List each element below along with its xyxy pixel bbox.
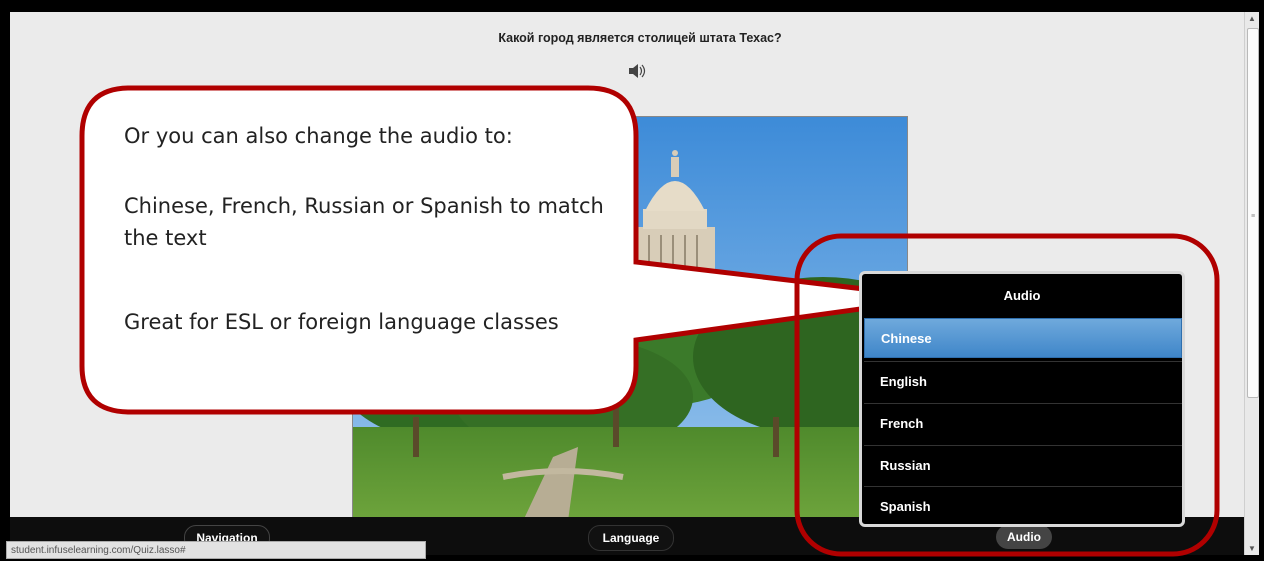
app-frame: Какой город является столицей штата Теха…: [0, 0, 1264, 561]
red-highlight-outline: [794, 233, 1220, 557]
